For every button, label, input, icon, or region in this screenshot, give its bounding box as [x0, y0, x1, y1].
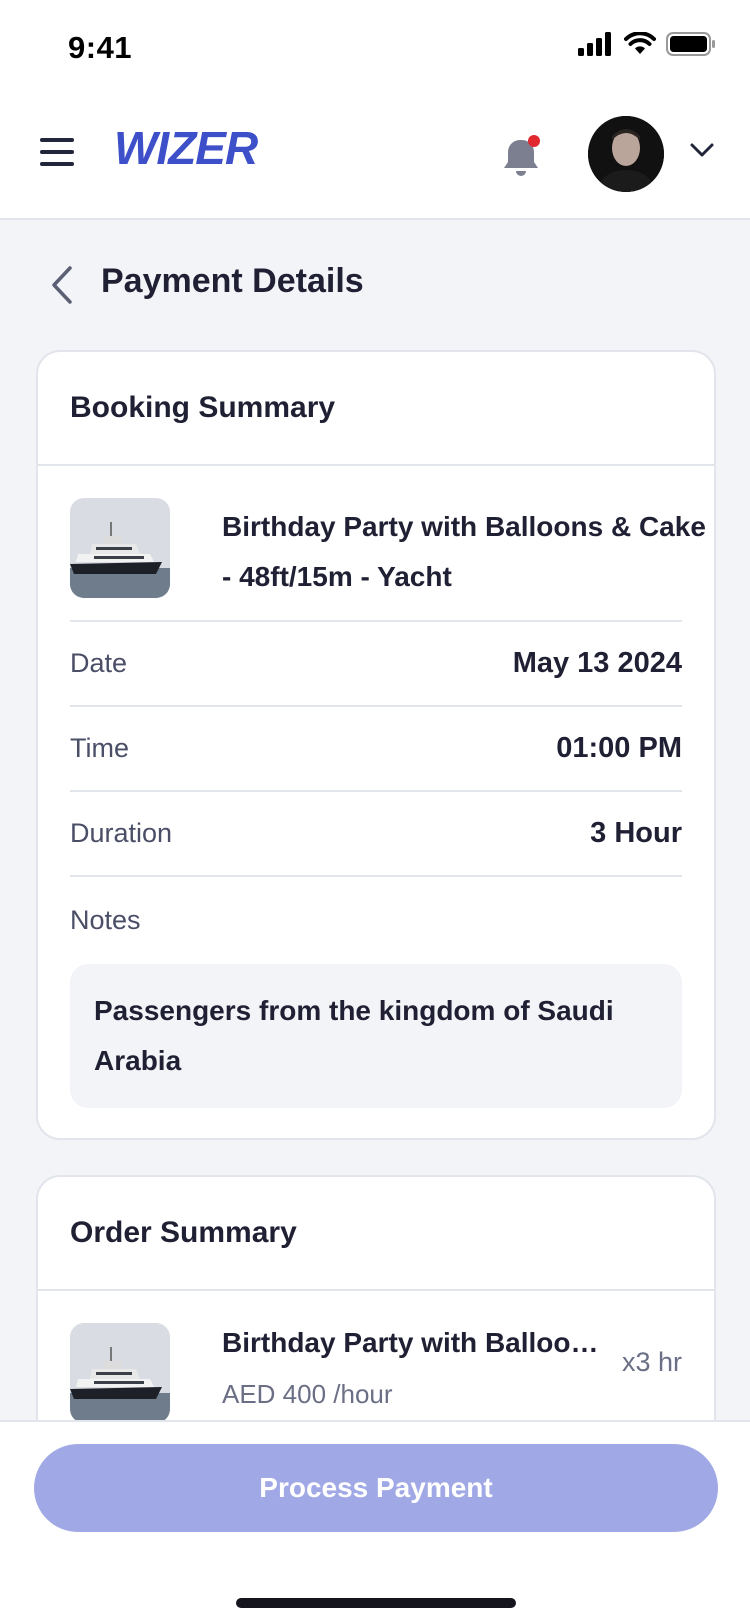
booking-summary-header: Booking Summary	[38, 352, 714, 466]
notes-text: Passengers from the kingdom of Saudi Ara…	[70, 964, 682, 1108]
wizer-logo[interactable]: WIZER	[114, 120, 294, 180]
status-time: 9:41	[68, 30, 133, 65]
booking-item-title: Birthday Party with Balloons & Cake - 48…	[222, 511, 706, 592]
bottom-action-bar: Process Payment	[0, 1420, 750, 1624]
order-item-price: AED 400 /hour	[222, 1379, 393, 1409]
order-summary-header: Order Summary	[38, 1177, 714, 1291]
date-label: Date	[70, 648, 128, 678]
page-title: Payment Details	[101, 262, 364, 300]
time-label: Time	[70, 733, 129, 763]
chevron-down-icon[interactable]	[688, 140, 716, 160]
process-payment-button[interactable]: Process Payment	[34, 1444, 718, 1532]
booking-summary-title: Booking Summary	[70, 391, 336, 424]
time-row: Time 01:00 PM	[70, 707, 682, 792]
date-row: Date May 13 2024	[70, 622, 682, 707]
page-title-row: Payment Details	[0, 248, 750, 322]
home-indicator	[236, 1598, 516, 1608]
app-header: WIZER	[0, 96, 750, 220]
status-bar: 9:41	[0, 0, 750, 96]
duration-value: 3 Hour	[590, 817, 682, 849]
wifi-icon	[624, 32, 656, 54]
svg-text:WIZER: WIZER	[114, 122, 258, 174]
yacht-thumbnail	[70, 1323, 170, 1423]
duration-row: Duration 3 Hour	[70, 792, 682, 877]
time-value: 01:00 PM	[556, 732, 682, 764]
hamburger-menu-icon[interactable]	[40, 138, 76, 168]
battery-icon	[666, 32, 715, 56]
signal-icon	[578, 32, 611, 56]
order-item-quantity: x3 hr	[621, 1347, 682, 1377]
booking-summary-card: Booking Summary Birthday Party with Ball…	[36, 350, 716, 1140]
date-value: May 13 2024	[512, 647, 682, 679]
duration-label: Duration	[70, 818, 173, 848]
yacht-thumbnail	[70, 498, 170, 598]
notification-bell-icon[interactable]	[500, 132, 546, 178]
order-item-title: Birthday Party with Balloons & Cake - 48…	[222, 1327, 612, 1358]
status-icons	[578, 32, 716, 56]
order-item: Birthday Party with Balloons & Cake - 48…	[70, 1291, 682, 1441]
back-arrow-icon[interactable]	[44, 264, 80, 306]
order-summary-title: Order Summary	[70, 1216, 297, 1249]
notes-label: Notes	[70, 905, 141, 935]
user-avatar[interactable]	[588, 116, 664, 192]
booking-item: Birthday Party with Balloons & Cake - 48…	[70, 466, 706, 622]
